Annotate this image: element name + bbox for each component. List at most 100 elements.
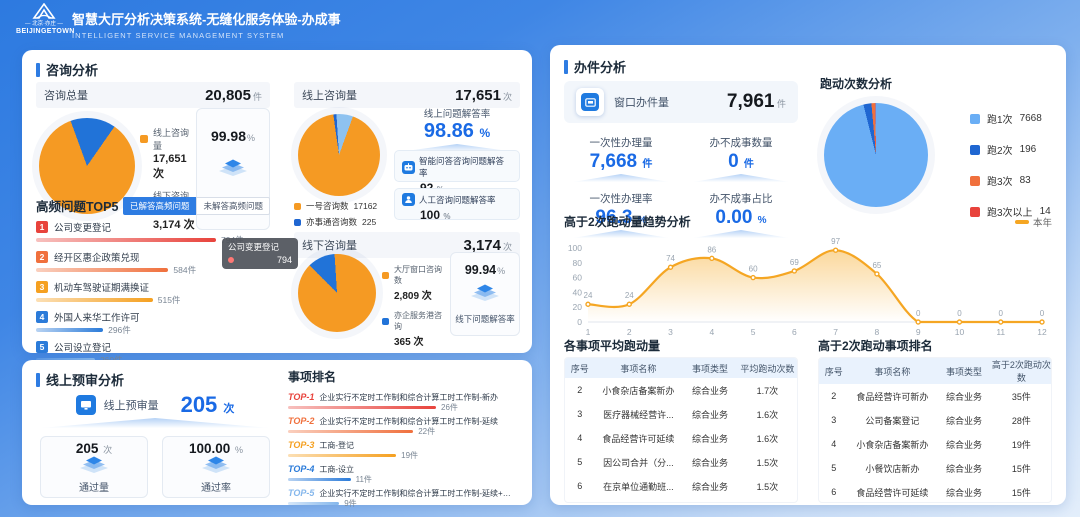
tab-unanswered-questions[interactable]: 未解答高频问题: [196, 197, 270, 215]
layered-diamond-icon: [468, 284, 502, 307]
online-consult-pie[interactable]: [298, 114, 380, 196]
legend-item[interactable]: 跑3次83: [970, 173, 1052, 188]
data-point-label: 69: [790, 258, 799, 267]
panel-consult-analysis: 咨询分析 咨询总量 20,805件 线上咨询量17,651 次线下咨询量3,17…: [22, 50, 532, 353]
data-point-label: 24: [584, 291, 593, 300]
pedestal-shape: [573, 174, 669, 182]
top5-title: 高频问题TOP5: [36, 196, 118, 215]
tab-answered-questions[interactable]: 已解答高频问题: [123, 197, 197, 215]
trend-legend-label: 本年: [1033, 215, 1052, 229]
ranking-item[interactable]: TOP-4工商-设立11件: [288, 463, 520, 484]
layered-diamond-icon: [77, 456, 111, 474]
legend-label: 线上咨询量: [153, 126, 196, 152]
table-cell: 综合业务: [936, 456, 992, 480]
x-tick-label: 2: [627, 327, 632, 337]
legend-chip: [294, 203, 301, 210]
legend-item[interactable]: 跑2次196: [970, 142, 1052, 157]
ranking-item-value: 11件: [356, 474, 372, 485]
run-count-pie[interactable]: [824, 103, 928, 207]
window-case-banner: 窗口办件量 7,961 件: [564, 81, 798, 123]
robot-icon: [402, 161, 415, 174]
table-cell: 3: [565, 402, 595, 426]
top5-item[interactable]: 3 机动车驾驶证期满换证 515件: [36, 280, 270, 305]
legend-value: 2,809 次: [394, 287, 446, 302]
run-count-title: 跑动次数分析: [820, 75, 1052, 92]
ranking-item-label: 企业实行不定时工作制和综合计算工时工作制-延续: [319, 416, 498, 427]
table-cell: 综合业务: [682, 426, 738, 450]
table-header-cell: 高于2次跑动次数: [992, 358, 1051, 384]
top5-item-label: 外国人来华工作许可: [54, 310, 140, 324]
legend-label: 一号咨询数: [306, 200, 349, 212]
table-header-row: 序号事项名称事项类型高于2次跑动次数: [819, 358, 1051, 384]
data-point[interactable]: [669, 265, 673, 269]
table-header-cell: 序号: [819, 358, 849, 384]
layered-diamond-icon: [199, 456, 233, 474]
data-point-label: 24: [625, 291, 634, 300]
x-tick-label: 11: [996, 327, 1005, 337]
legend-label: 跑2次: [987, 142, 1013, 157]
legend-label: 跑3次: [987, 173, 1013, 188]
ranking-item[interactable]: TOP-2企业实行不定时工作制和综合计算工时工作制-延续22件: [288, 415, 520, 436]
table-row: 5因公司合并（分...综合业务1.5次: [565, 450, 797, 474]
ranking-item[interactable]: TOP-1企业实行不定时工作制和综合计算工时工作制-新办26件: [288, 391, 520, 412]
ranking-item-value: 26件: [441, 402, 458, 413]
data-point[interactable]: [916, 320, 920, 324]
trend-line-chart[interactable]: 0204060801002412427438646056969776580901…: [564, 234, 1052, 343]
online-consult-label: 线上咨询量: [302, 87, 357, 103]
data-point[interactable]: [999, 320, 1003, 324]
data-point[interactable]: [710, 256, 714, 260]
top5-item-value: 515件: [158, 294, 181, 306]
ranking-rank-label: TOP-3: [288, 440, 314, 450]
ranking-item-label: 企业实行不定时工作制和综合计算工时工作制-新办: [319, 392, 498, 403]
panel-case-analysis: 办件分析 窗口办件量 7,961 件 一次性办理量 7,668 件 办不成事数量…: [550, 45, 1066, 505]
x-tick-label: 6: [792, 327, 797, 337]
table-cell: 食品经营许可延续: [849, 480, 937, 503]
offline-answer-rate-card: 99.94% 线下问题解答率: [450, 252, 520, 336]
legend-item[interactable]: 大厅窗口咨询数2,809 次: [382, 264, 446, 302]
app-header: — 北京·亦庄 — BEIJINGETOWN 智慧大厅分析决策系统-无缝化服务体…: [0, 0, 1080, 44]
logo-en: BEIJINGETOWN: [16, 27, 72, 36]
legend-item[interactable]: 跑1次7668: [970, 111, 1052, 126]
data-point-label: 0: [957, 309, 962, 318]
data-point[interactable]: [957, 320, 961, 324]
rank-badge: 5: [36, 341, 48, 353]
legend-item[interactable]: 线上咨询量17,651 次: [140, 126, 196, 181]
over2-run-table: 序号事项名称事项类型高于2次跑动次数2食品经营许可新办综合业务35件3公司备案登…: [818, 357, 1052, 503]
data-point[interactable]: [792, 269, 796, 273]
top5-item[interactable]: 4外国人来华工作许可296件: [36, 310, 270, 335]
table-row: 6在京单位通勤班...综合业务1.5次: [565, 474, 797, 498]
rank-badge: 3: [36, 281, 48, 293]
ranking-item[interactable]: TOP-5企业实行不定时工作制和综合计算工时工作制-延续+新办9件: [288, 487, 520, 508]
ranking-bar: [288, 454, 396, 458]
ranking-item[interactable]: TOP-3工商-登记19件: [288, 439, 520, 460]
top5-item-label: 机动车驾驶证期满换证: [54, 280, 149, 294]
data-point[interactable]: [875, 272, 879, 276]
data-point[interactable]: [627, 302, 631, 306]
data-point[interactable]: [1040, 320, 1044, 324]
pass-count-value: 205 次: [76, 441, 112, 456]
tooltip-dot: [228, 257, 234, 263]
total-consult-label: 咨询总量: [44, 87, 88, 103]
offline-consult-pie[interactable]: [298, 254, 376, 332]
offline-answer-rate-value: 99.94%: [465, 263, 505, 277]
logo-emblem-icon: [27, 3, 61, 21]
data-point[interactable]: [751, 276, 755, 280]
ranking-item-value: 22件: [418, 426, 435, 437]
table-header-cell: 事项名称: [595, 358, 683, 378]
window-case-value: 7,961 件: [727, 91, 786, 113]
pass-rate-label: 通过率: [201, 479, 231, 494]
panel-title: 办件分析: [574, 57, 626, 76]
pass-count-label: 通过量: [79, 479, 109, 494]
layered-diamond-icon: [216, 159, 250, 182]
x-tick-label: 12: [1037, 327, 1047, 337]
table-cell: 4: [819, 432, 849, 456]
legend-dash: [1015, 220, 1029, 224]
trend-legend-item[interactable]: 本年: [1015, 215, 1052, 229]
agent-icon: [402, 193, 415, 206]
data-point[interactable]: [586, 302, 590, 306]
legend-item[interactable]: 亦企服务港咨询365 次: [382, 310, 446, 348]
data-point[interactable]: [834, 248, 838, 252]
legend-value: 225: [362, 217, 376, 227]
top5-bar: [36, 268, 168, 272]
y-tick-label: 0: [577, 317, 582, 327]
